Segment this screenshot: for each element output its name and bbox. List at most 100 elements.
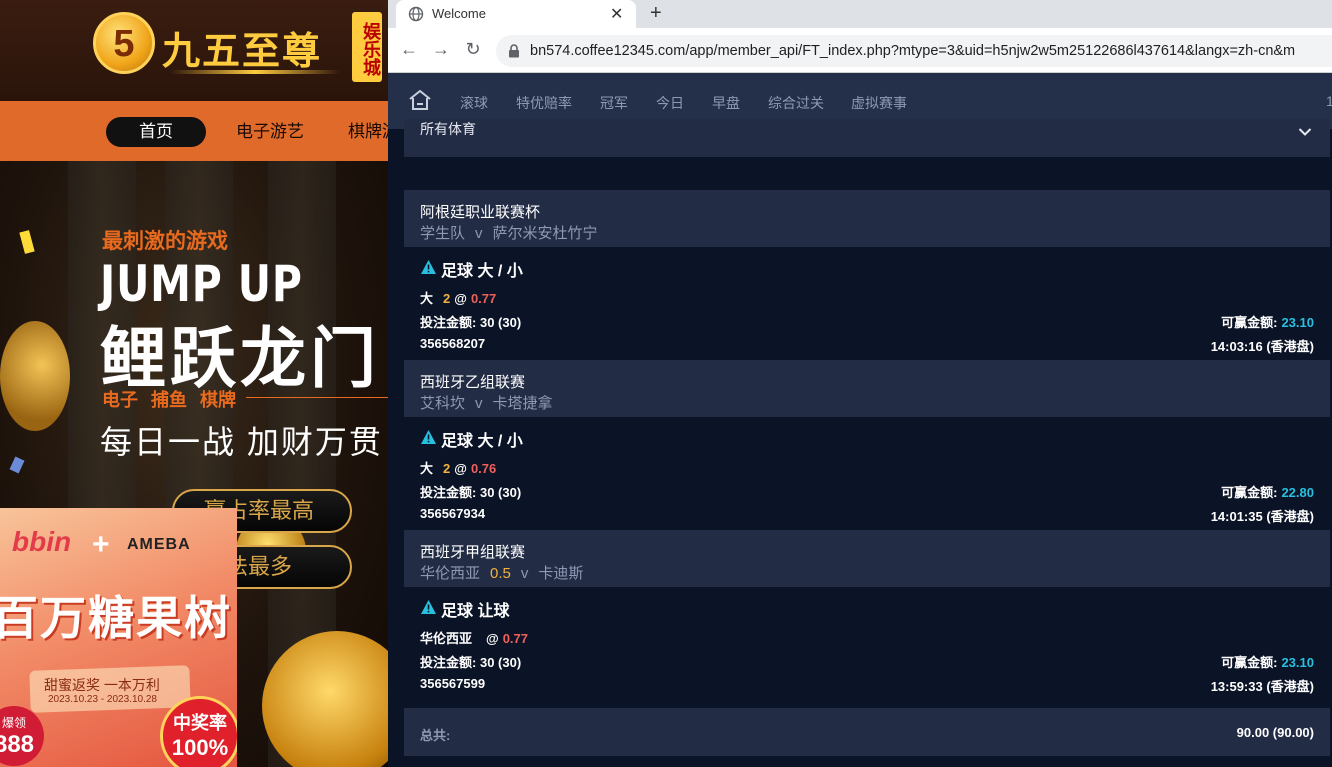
casino-nav-home[interactable]: 首页 [106,117,206,147]
bet-details: 足球 让球 华伦西亚 @0.77 投注金额: 30 (30) 可赢金额: 23.10… [404,587,1330,700]
promo-dates: 2023.10.23 - 2023.10.28 [48,694,157,705]
logo-text[interactable]: 九五至尊 [162,20,322,75]
warning-icon [421,260,436,274]
tab-title: Welcome [432,6,486,21]
win-value: 23.10 [1281,655,1314,670]
away-team: 卡塔捷拿 [492,395,553,412]
casino-website: 5 九五至尊 娱乐城 首页 电子游艺 棋牌游 最刺激的游戏 JUMP UP 鲤跃… [0,0,388,767]
sports-nav-item[interactable]: 冠军 [600,93,628,113]
versus-label: v [475,395,483,412]
away-team: 萨尔米安杜竹宁 [492,225,598,242]
sport-filter-label: 所有体育 [420,121,476,137]
promo-bonus-label: 爆领 [1,716,26,730]
match-header: 阿根廷职业联赛杯 学生队 v 萨尔米安杜竹宁 [404,190,1330,247]
url-text[interactable]: bn574.coffee12345.com/app/member_api/FT_… [530,43,1295,59]
win-value: 22.80 [1281,485,1314,500]
promo-brand-logo: bbin [12,526,72,557]
warning-icon [421,600,436,614]
potential-win: 可赢金额: 23.10 [1221,312,1314,331]
win-label: 可赢金额: [1221,485,1278,500]
casino-nav-cards[interactable]: 棋牌游 [348,117,388,147]
home-team: 艾科坎 [420,395,466,412]
promo-bonus-value: 888 [0,731,35,758]
stake-value: 30 (30) [479,485,522,500]
stake-amount: 投注金额: 30 (30) [420,312,521,331]
match-teams: 艾科坎 v 卡塔捷拿 [420,392,553,413]
sports-nav-item[interactable]: 今日 [656,93,684,113]
promo-brand-logo: AMEBA [127,536,191,553]
total-row: 总共: 90.00 (90.00) [404,708,1330,756]
bet-odds: 0.77 [502,631,529,646]
match-teams: 学生队 v 萨尔米安杜竹宁 [420,222,598,243]
at-symbol: @ [454,461,467,476]
sport-filter-dropdown[interactable]: 所有体育 [404,119,1330,157]
league-name: 阿根廷职业联赛杯 [420,204,541,221]
casino-nav-egames[interactable]: 电子游艺 [236,117,304,147]
bet-line: 2 [443,291,451,306]
total-value: 90.00 (90.00) [1236,725,1314,740]
match-header: 西班牙乙组联赛 艾科坎 v 卡塔捷拿 [404,360,1330,417]
match-teams: 华伦西亚 0.5 v 卡迪斯 [420,562,583,583]
bet-type: 足球 大 / 小 [441,263,523,280]
selection-name: 大 [420,461,434,476]
promo-rate-label: 中奖率 [173,713,227,733]
stake-amount: 投注金额: 30 (30) [420,652,521,671]
promo-subtitle: 甜蜜返奖 一本万利 [44,677,160,693]
bet-type: 足球 大 / 小 [441,433,523,450]
stake-amount: 投注金额: 30 (30) [420,482,521,501]
warning-icon [421,430,436,444]
close-tab-icon[interactable]: ✕ [610,4,623,24]
bet-selection: 大 2 @0.76 [420,458,496,477]
sports-nav-overflow[interactable]: 1 [1326,93,1332,109]
logo-mark[interactable]: 5 [93,12,155,74]
promo-card[interactable]: bbin + AMEBA 百万糖果树 甜蜜返奖 一本万利 2023.10.23 … [0,508,237,767]
win-value: 23.10 [1281,315,1314,330]
home-team: 华伦西亚 [420,565,481,582]
total-label: 总共: [420,728,451,743]
sports-nav-item[interactable]: 虚拟赛事 [851,93,907,113]
away-team: 卡迪斯 [538,565,584,582]
at-symbol: @ [486,631,499,646]
chevron-down-icon[interactable] [1298,127,1312,137]
new-tab-button[interactable]: + [650,2,662,25]
home-team: 学生队 [420,225,466,242]
bet-selection: 华伦西亚 @0.77 [420,628,528,647]
sports-nav-item[interactable]: 特优赔率 [516,93,572,113]
bet-slip-content: 所有体育 阿根廷职业联赛杯 学生队 v 萨尔米安杜竹宁 足球 大 / 小 大 2… [388,119,1332,767]
gold-coin-image [0,321,70,431]
address-bar[interactable]: bn574.coffee12345.com/app/member_api/FT_… [496,35,1332,67]
ticket-number: 356568207 [420,336,486,351]
promo-rate-value: 100% [171,735,229,760]
logo-ornament [170,70,340,74]
globe-icon [408,6,424,22]
selection-name: 大 [420,291,434,306]
sports-nav-item[interactable]: 早盘 [712,93,740,113]
casino-header: 5 九五至尊 娱乐城 [0,0,388,101]
sports-nav-item[interactable]: 综合过关 [768,93,824,113]
forward-arrow-icon[interactable]: → [430,38,452,60]
stake-value: 30 (30) [479,655,522,670]
ticket-number: 356567599 [420,676,486,691]
stake-label: 投注金额: [420,655,477,670]
home-icon[interactable] [408,89,432,111]
sports-nav-item[interactable]: 滚球 [460,93,488,113]
win-label: 可赢金额: [1221,655,1278,670]
browser-tab[interactable]: Welcome ✕ [396,0,636,28]
versus-label: v [520,565,529,582]
bet-selection: 大 2 @0.77 [420,288,496,307]
bet-time: 13:59:33 (香港盘) [1210,679,1314,694]
promo-plus: + [92,528,110,561]
lock-icon[interactable] [508,44,520,58]
browser-window: Welcome ✕ + ← → ↻ bn574.coffee12345.com/… [388,0,1332,767]
at-symbol: @ [454,291,467,306]
bet-type: 足球 让球 [441,603,510,620]
stake-label: 投注金额: [420,315,477,330]
selection-name: 华伦西亚 [420,631,473,646]
reload-icon[interactable]: ↻ [462,38,484,60]
banner-categories: 电子 捕鱼 棋牌 [102,390,237,410]
banner-divider [246,397,388,398]
tab-strip: Welcome ✕ + [388,0,1332,28]
browser-toolbar: ← → ↻ bn574.coffee12345.com/app/member_a… [388,28,1332,73]
back-arrow-icon[interactable]: ← [398,38,420,60]
promo-bonus-badge: 爆领 888 [0,706,44,766]
